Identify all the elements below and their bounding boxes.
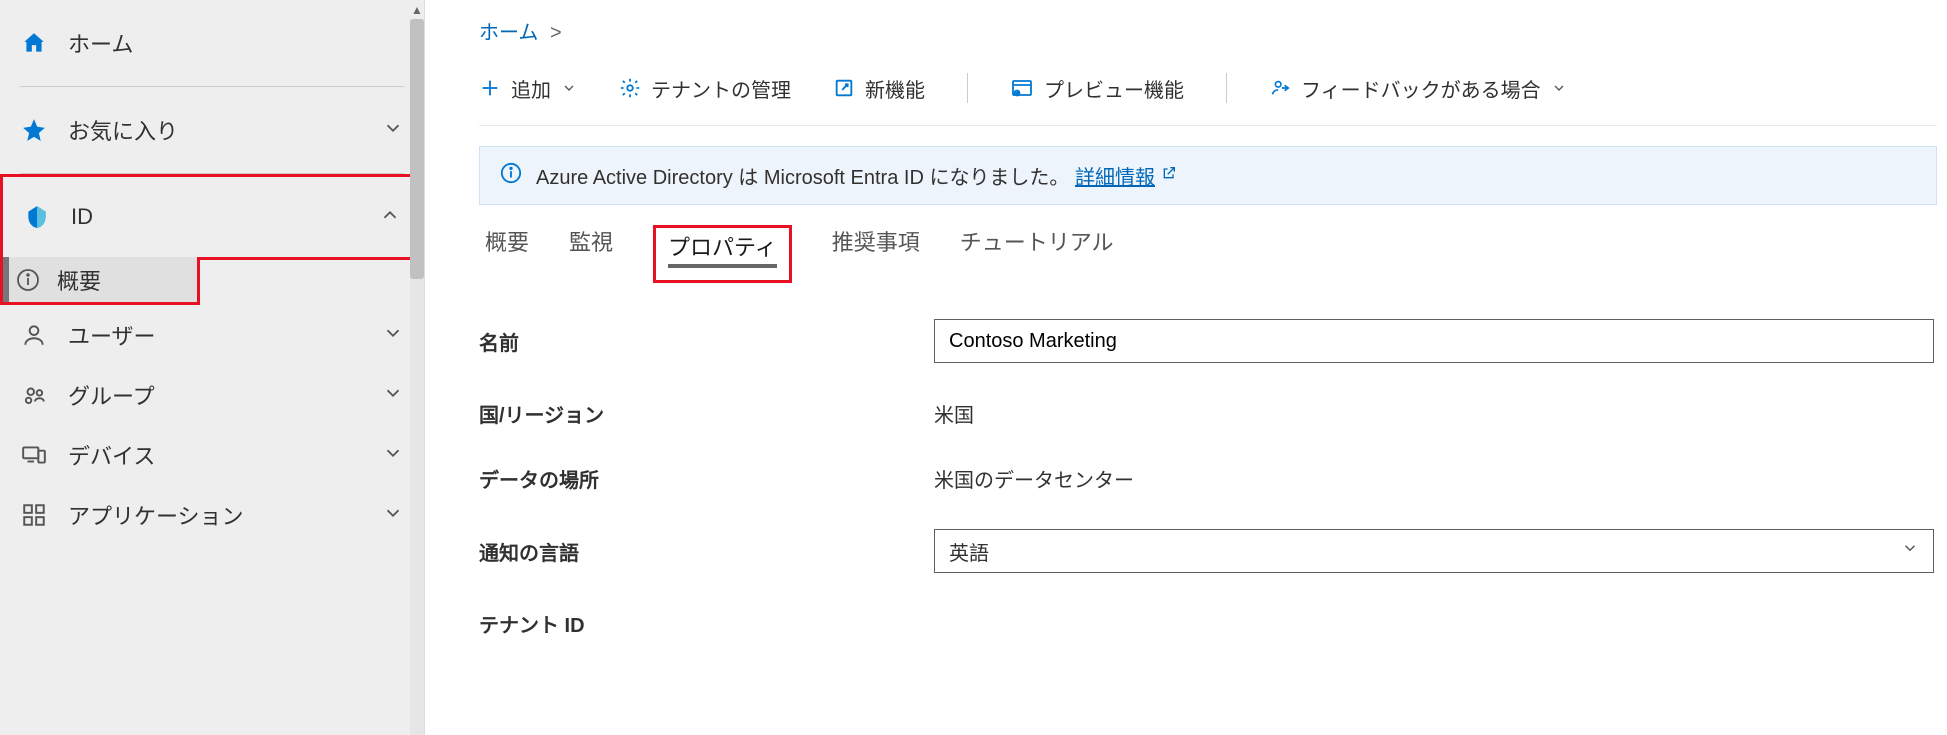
scrollbar-track[interactable] <box>410 19 424 735</box>
external-link-icon <box>1161 164 1177 187</box>
chevron-down-icon <box>382 117 404 144</box>
sidebar-favorites[interactable]: お気に入り <box>0 87 424 173</box>
sidebar-scrollbar[interactable]: ▲ <box>410 0 424 735</box>
toolbar-whats-new-label: 新機能 <box>865 74 925 103</box>
sidebar-id-label: ID <box>71 204 379 230</box>
main-content: ホーム > 追加 テナントの管理 新機能 プレビュー機能 <box>425 0 1947 735</box>
sidebar-favorites-label: お気に入り <box>68 114 382 146</box>
info-banner-text: Azure Active Directory は Microsoft Entra… <box>536 161 1069 190</box>
info-banner-link[interactable]: 詳細情報 <box>1075 161 1155 190</box>
toolbar-whats-new[interactable]: 新機能 <box>833 74 925 103</box>
sidebar-sub-overview-label: 概要 <box>57 264 101 296</box>
external-link-icon <box>833 77 855 99</box>
form-row-country: 国/リージョン 米国 <box>479 399 1947 428</box>
tab-recommendations[interactable]: 推奨事項 <box>832 225 920 283</box>
scrollbar-arrow-up-icon: ▲ <box>411 3 423 17</box>
form-row-name: 名前 <box>479 319 1947 363</box>
tab-overview[interactable]: 概要 <box>485 225 529 283</box>
chevron-down-icon <box>382 502 404 529</box>
chevron-down-icon <box>1551 80 1567 96</box>
sidebar-home-label: ホーム <box>68 27 404 59</box>
sidebar-applications[interactable]: アプリケーション <box>0 485 424 545</box>
preview-icon <box>1010 76 1034 100</box>
sidebar-id[interactable]: ID <box>0 174 424 260</box>
sidebar-devices-label: デバイス <box>68 439 382 471</box>
sidebar-applications-label: アプリケーション <box>68 499 382 531</box>
form-label-tenant-id: テナント ID <box>479 609 934 638</box>
id-icon <box>23 203 51 231</box>
form-row-data-location: データの場所 米国のデータセンター <box>479 464 1947 493</box>
toolbar: 追加 テナントの管理 新機能 プレビュー機能 フィードバックがある場合 <box>479 73 1937 126</box>
form-label-name: 名前 <box>479 327 934 356</box>
form-label-country: 国/リージョン <box>479 399 934 428</box>
sidebar-groups[interactable]: グループ <box>0 365 424 425</box>
chevron-down-icon <box>1901 539 1919 563</box>
toolbar-preview-label: プレビュー機能 <box>1044 74 1184 103</box>
toolbar-add[interactable]: 追加 <box>479 74 577 103</box>
info-banner: Azure Active Directory は Microsoft Entra… <box>479 146 1937 205</box>
sidebar-devices[interactable]: デバイス <box>0 425 424 485</box>
star-icon <box>20 116 48 144</box>
sidebar: ホーム お気に入り ID 概要 <box>0 0 425 735</box>
form-value-data-location: 米国のデータセンター <box>934 464 1134 493</box>
tab-properties[interactable]: プロパティ <box>653 225 792 283</box>
scrollbar-thumb[interactable] <box>410 19 424 279</box>
info-icon <box>15 267 41 293</box>
breadcrumb: ホーム > <box>479 16 1947 45</box>
devices-icon <box>20 441 48 469</box>
sidebar-sub-overview[interactable]: 概要 <box>0 257 200 305</box>
info-icon <box>500 162 522 190</box>
chevron-down-icon <box>382 382 404 409</box>
form-label-notification-lang: 通知の言語 <box>479 537 934 566</box>
form-row-notification-lang: 通知の言語 英語 <box>479 529 1947 573</box>
chevron-up-icon <box>379 204 401 231</box>
toolbar-feedback[interactable]: フィードバックがある場合 <box>1269 74 1567 103</box>
chevron-down-icon <box>382 322 404 349</box>
toolbar-manage-tenant[interactable]: テナントの管理 <box>619 74 791 103</box>
toolbar-feedback-label: フィードバックがある場合 <box>1301 74 1541 103</box>
gear-icon <box>619 77 641 99</box>
sidebar-groups-label: グループ <box>68 379 382 411</box>
group-icon <box>20 381 48 409</box>
toolbar-separator <box>967 73 968 103</box>
chevron-down-icon <box>561 80 577 96</box>
apps-icon <box>20 501 48 529</box>
notification-lang-value: 英語 <box>949 537 989 566</box>
form-value-country: 米国 <box>934 399 974 428</box>
toolbar-separator <box>1226 73 1227 103</box>
user-icon <box>20 321 48 349</box>
breadcrumb-home[interactable]: ホーム <box>479 22 538 44</box>
sidebar-users[interactable]: ユーザー <box>0 305 424 365</box>
tabs: 概要 監視 プロパティ 推奨事項 チュートリアル <box>485 225 1947 283</box>
breadcrumb-sep: > <box>550 22 562 44</box>
tab-monitoring[interactable]: 監視 <box>569 225 613 283</box>
sidebar-home[interactable]: ホーム <box>0 0 424 86</box>
notification-lang-select[interactable]: 英語 <box>934 529 1934 573</box>
tab-tutorials[interactable]: チュートリアル <box>960 225 1114 283</box>
toolbar-add-label: 追加 <box>511 74 551 103</box>
toolbar-preview[interactable]: プレビュー機能 <box>1010 74 1184 103</box>
feedback-icon <box>1269 77 1291 99</box>
form-row-tenant-id: テナント ID <box>479 609 1947 638</box>
toolbar-manage-tenant-label: テナントの管理 <box>651 74 791 103</box>
plus-icon <box>479 77 501 99</box>
form-label-data-location: データの場所 <box>479 464 934 493</box>
name-input[interactable] <box>934 319 1934 363</box>
sidebar-users-label: ユーザー <box>68 319 382 351</box>
chevron-down-icon <box>382 442 404 469</box>
home-icon <box>20 29 48 57</box>
